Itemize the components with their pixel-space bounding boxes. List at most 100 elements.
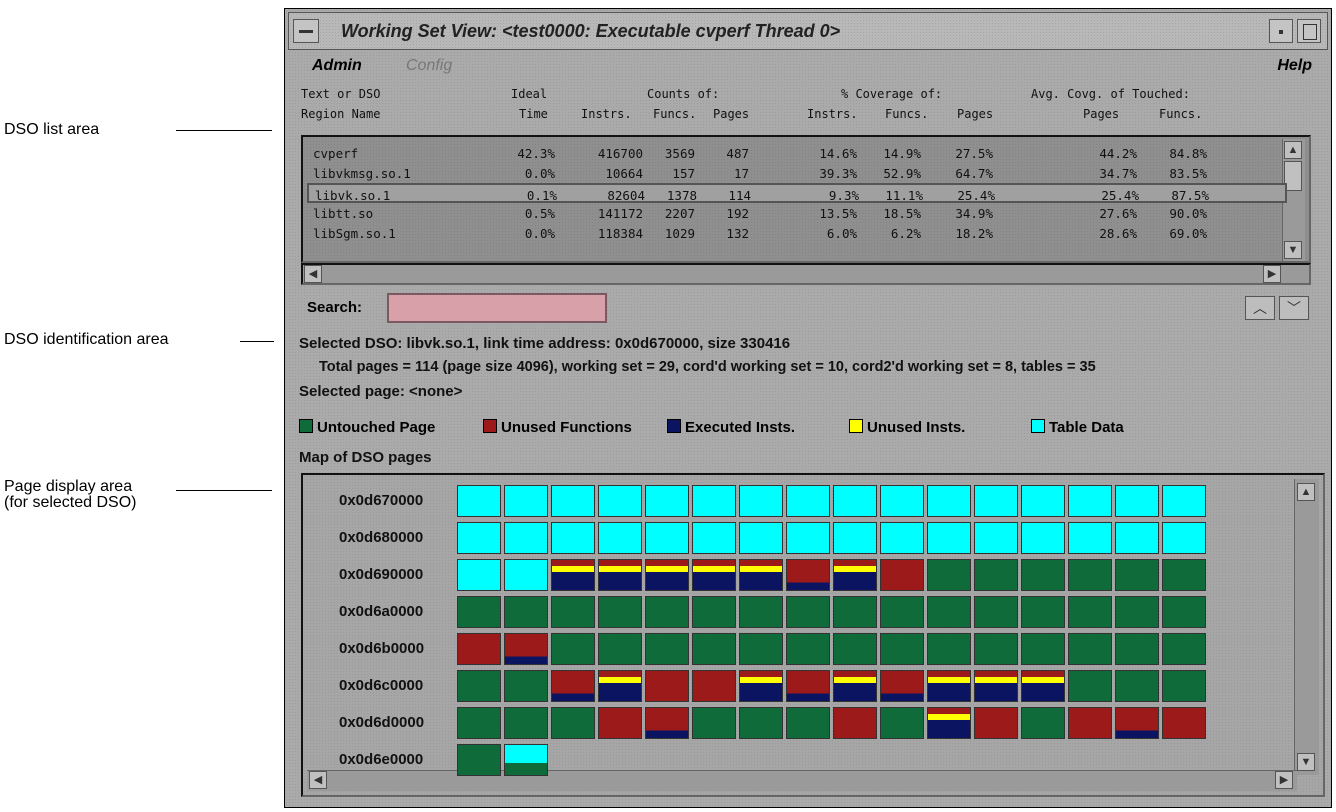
dso-page[interactable]: [598, 522, 642, 554]
dso-page[interactable]: [1021, 596, 1065, 628]
dso-page[interactable]: [974, 670, 1018, 702]
dso-page[interactable]: [1162, 596, 1206, 628]
dso-page[interactable]: [739, 485, 783, 517]
dso-page[interactable]: [833, 633, 877, 665]
dso-page[interactable]: [927, 633, 971, 665]
search-input[interactable]: [387, 293, 607, 323]
page-scroll-left-icon[interactable]: ◀: [309, 771, 327, 789]
dso-page[interactable]: [551, 670, 595, 702]
dso-page[interactable]: [551, 633, 595, 665]
dso-page[interactable]: [1162, 559, 1206, 591]
dso-page[interactable]: [504, 670, 548, 702]
dso-page[interactable]: [1115, 633, 1159, 665]
dso-page[interactable]: [927, 559, 971, 591]
dso-page[interactable]: [457, 707, 501, 739]
dso-page[interactable]: [692, 670, 736, 702]
dso-page[interactable]: [598, 670, 642, 702]
dso-page[interactable]: [786, 596, 830, 628]
dso-page[interactable]: [504, 707, 548, 739]
dso-row[interactable]: libtt.so 0.5% 141172 2207 192 13.5% 18.5% 34.9%…: [307, 203, 1287, 223]
dso-page[interactable]: [457, 670, 501, 702]
menu-config[interactable]: Config: [406, 57, 452, 75]
dso-page[interactable]: [645, 670, 689, 702]
dso-page[interactable]: [927, 707, 971, 739]
dso-page[interactable]: [786, 522, 830, 554]
dso-page[interactable]: [692, 596, 736, 628]
dso-page[interactable]: [551, 596, 595, 628]
dso-page[interactable]: [598, 559, 642, 591]
dso-page[interactable]: [880, 522, 924, 554]
dso-page[interactable]: [1068, 670, 1112, 702]
maximize-button[interactable]: [1297, 19, 1321, 43]
dso-page[interactable]: [739, 596, 783, 628]
dso-page[interactable]: [927, 670, 971, 702]
dso-page[interactable]: [504, 744, 548, 776]
scroll-left-icon[interactable]: ◀: [304, 265, 322, 283]
dso-page[interactable]: [692, 559, 736, 591]
dso-page[interactable]: [1068, 559, 1112, 591]
dso-page[interactable]: [551, 522, 595, 554]
dso-page[interactable]: [1115, 707, 1159, 739]
scroll-down-icon[interactable]: ▼: [1284, 241, 1302, 259]
dso-page[interactable]: [457, 633, 501, 665]
dso-page[interactable]: [457, 559, 501, 591]
dso-page[interactable]: [833, 670, 877, 702]
dso-list[interactable]: ▲ ▼ cvperf 42.3% 416700 3569 487 14.6% 14.9% 27…: [301, 135, 1311, 263]
page-area-hscroll[interactable]: ◀ ▶: [307, 770, 1297, 791]
dso-page[interactable]: [1115, 559, 1159, 591]
dso-page[interactable]: [739, 522, 783, 554]
dso-page[interactable]: [504, 596, 548, 628]
dso-row[interactable]: libSgm.so.1 0.0% 118384 1029 132 6.0% 6.2% 18.2…: [307, 223, 1287, 243]
window-menu-button[interactable]: [293, 19, 319, 43]
dso-page[interactable]: [1162, 633, 1206, 665]
dso-page[interactable]: [974, 559, 1018, 591]
dso-page[interactable]: [974, 485, 1018, 517]
dso-page[interactable]: [833, 559, 877, 591]
page-display-area[interactable]: ▲ ▼ ◀ ▶ 0x0d670000 0x0d680000 0x0d690000 0x…: [301, 473, 1325, 797]
dso-page[interactable]: [739, 633, 783, 665]
dso-page[interactable]: [504, 485, 548, 517]
dso-page[interactable]: [880, 670, 924, 702]
dso-page[interactable]: [1068, 633, 1112, 665]
dso-page[interactable]: [551, 707, 595, 739]
dso-page[interactable]: [692, 485, 736, 517]
dso-row[interactable]: cvperf 42.3% 416700 3569 487 14.6% 14.9% 27.5% 4…: [307, 143, 1287, 163]
search-prev-button[interactable]: ︿: [1245, 296, 1275, 320]
dso-page[interactable]: [504, 633, 548, 665]
dso-page[interactable]: [1021, 559, 1065, 591]
dso-page[interactable]: [927, 596, 971, 628]
dso-page[interactable]: [927, 522, 971, 554]
dso-page[interactable]: [739, 670, 783, 702]
dso-page[interactable]: [692, 633, 736, 665]
dso-page[interactable]: [880, 559, 924, 591]
dso-page[interactable]: [786, 707, 830, 739]
dso-page[interactable]: [1068, 707, 1112, 739]
dso-page[interactable]: [739, 559, 783, 591]
dso-page[interactable]: [833, 596, 877, 628]
dso-page[interactable]: [551, 559, 595, 591]
dso-page[interactable]: [457, 744, 501, 776]
dso-list-hscroll[interactable]: ◀ ▶: [301, 263, 1311, 285]
dso-page[interactable]: [739, 707, 783, 739]
dso-page[interactable]: [1162, 707, 1206, 739]
minimize-button[interactable]: [1269, 19, 1293, 43]
dso-page[interactable]: [1068, 596, 1112, 628]
dso-page[interactable]: [880, 596, 924, 628]
dso-page[interactable]: [974, 596, 1018, 628]
dso-page[interactable]: [880, 707, 924, 739]
dso-page[interactable]: [786, 559, 830, 591]
dso-page[interactable]: [1115, 522, 1159, 554]
dso-page[interactable]: [645, 707, 689, 739]
dso-page[interactable]: [1162, 485, 1206, 517]
page-area-vscroll[interactable]: ▲ ▼: [1294, 479, 1319, 775]
menu-admin[interactable]: Admin: [312, 57, 362, 75]
dso-page[interactable]: [1115, 485, 1159, 517]
dso-page[interactable]: [645, 485, 689, 517]
dso-page[interactable]: [504, 522, 548, 554]
dso-page[interactable]: [457, 485, 501, 517]
dso-page[interactable]: [692, 522, 736, 554]
dso-page[interactable]: [927, 485, 971, 517]
dso-page[interactable]: [645, 559, 689, 591]
dso-page[interactable]: [833, 522, 877, 554]
dso-page[interactable]: [1021, 522, 1065, 554]
